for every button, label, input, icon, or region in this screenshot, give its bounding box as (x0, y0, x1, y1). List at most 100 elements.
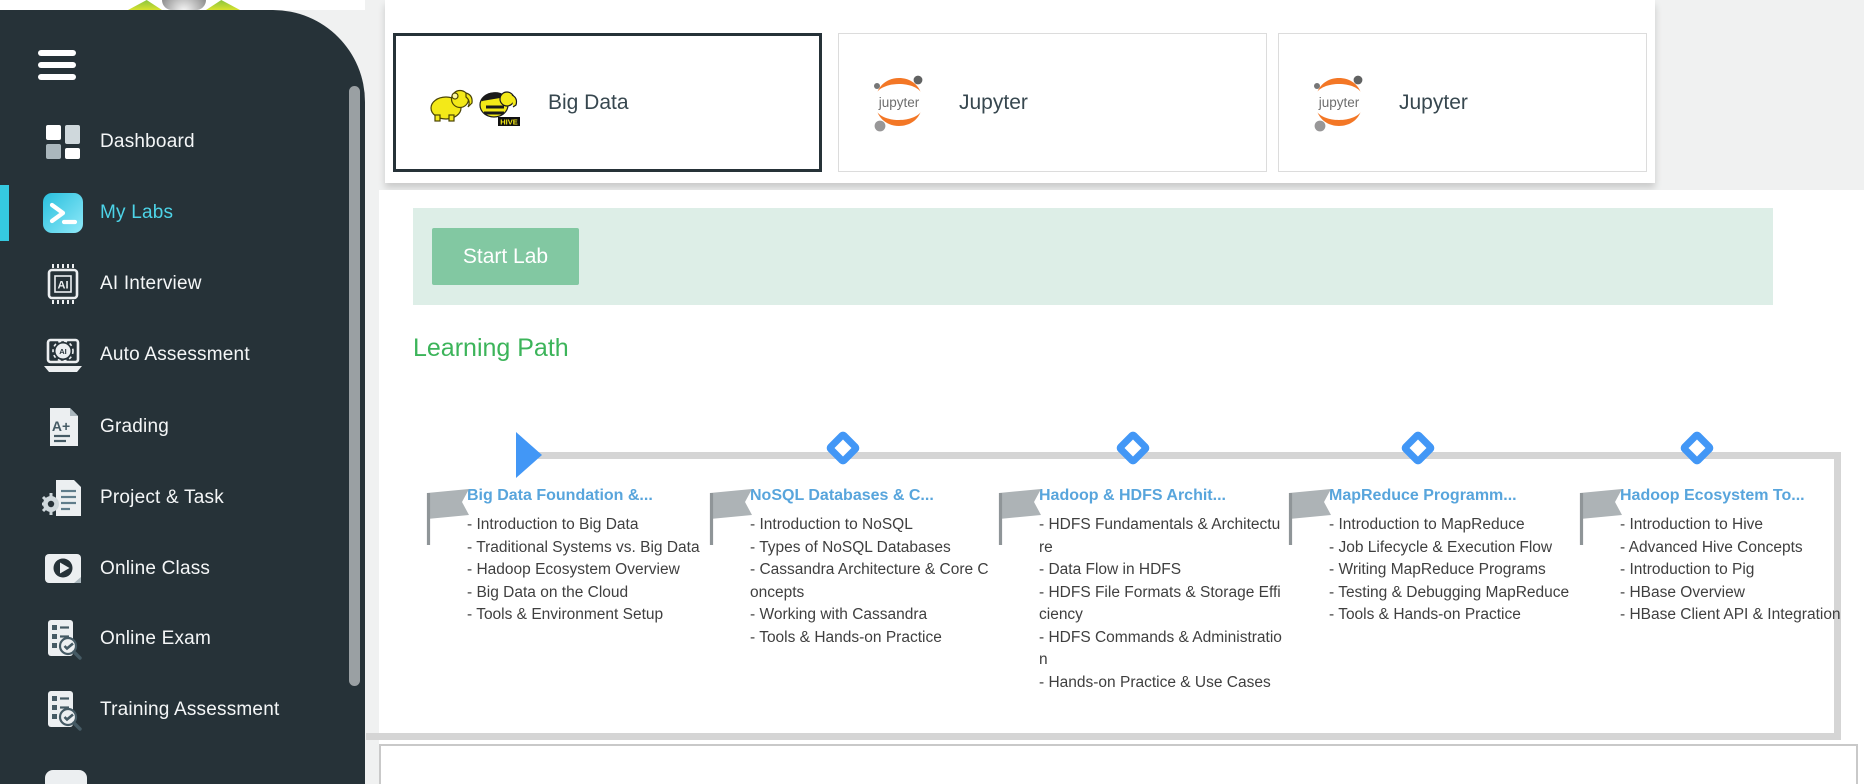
timeline-line-row1 (538, 452, 1841, 459)
topic-item: - Introduction to Big Data (467, 514, 712, 537)
sidebar-item-online-exam[interactable]: Online Exam (0, 616, 365, 662)
brand-logo-left-icon (128, 0, 162, 10)
sidebar-item-dashboard[interactable]: Dashboard (0, 119, 365, 165)
sidebar-scrollbar[interactable] (349, 86, 360, 686)
hamburger-menu-icon[interactable] (38, 50, 76, 80)
jupyter-logo: jupyter (865, 71, 933, 135)
hadoop-hive-logo: HIVE (422, 75, 522, 131)
svg-text:AI: AI (58, 280, 69, 292)
jupyter-logo: jupyter (1305, 71, 1373, 135)
topic-item: - HBase Client API & Integration (1620, 604, 1864, 627)
sidebar: Dashboard My Labs AI AI Interview AI Auto Ass… (0, 10, 365, 784)
milestone-column-1: Big Data Foundation &...- Introduction t… (425, 487, 679, 627)
lab-card-label: Big Data (548, 91, 629, 115)
milestone-topic-list: - Introduction to Hive- Advanced Hive Co… (1620, 514, 1864, 627)
svg-text:jupyter: jupyter (1318, 95, 1360, 110)
svg-text:A+: A+ (52, 418, 70, 434)
learning-path-title: Learning Path (413, 334, 569, 363)
flag-icon (425, 489, 473, 547)
sidebar-item-label: My Labs (100, 202, 173, 224)
app-window: Dashboard My Labs AI AI Interview AI Auto Ass… (0, 0, 1864, 784)
dashboard-icon (40, 119, 86, 165)
flag-icon (1287, 489, 1335, 547)
topic-item: - Introduction to MapReduce (1329, 514, 1574, 537)
topic-item: - Hands-on Practice & Use Cases (1039, 672, 1284, 695)
sidebar-item-label: Online Class (100, 558, 210, 580)
milestone-topic-list: - Introduction to Big Data- Traditional … (467, 514, 712, 627)
topic-item: - Advanced Hive Concepts (1620, 537, 1864, 560)
milestone-column-3: Hadoop & HDFS Archit...- HDFS Fundamenta… (997, 487, 1251, 694)
topic-item: - Types of NoSQL Databases (750, 537, 995, 560)
exam-checklist-icon (40, 616, 86, 662)
topic-item: - Writing MapReduce Programs (1329, 559, 1574, 582)
video-play-icon (40, 546, 86, 592)
svg-text:HIVE: HIVE (500, 117, 518, 126)
topic-item: - Working with Cassandra (750, 604, 995, 627)
brand-logo-right-icon (206, 0, 240, 10)
topic-item: - Tools & Hands-on Practice (750, 627, 995, 650)
project-doc-icon (40, 475, 86, 521)
topic-item: - Hadoop Ecosystem Overview (467, 559, 712, 582)
sidebar-item-online-class[interactable]: Online Class (0, 546, 365, 592)
topic-item: - Tools & Hands-on Practice (1329, 604, 1574, 627)
sidebar-item-training-assessment[interactable]: Training Assessment (0, 687, 365, 733)
sidebar-item-project-task[interactable]: Project & Task (0, 475, 365, 521)
topic-item: - HDFS Commands & Administration (1039, 627, 1284, 672)
topic-item: - Traditional Systems vs. Big Data (467, 537, 712, 560)
topic-item: - HDFS File Formats & Storage Efficiency (1039, 582, 1284, 627)
svg-text:jupyter: jupyter (878, 95, 920, 110)
milestone-title[interactable]: Big Data Foundation &... (467, 487, 679, 505)
milestone-title[interactable]: NoSQL Databases & C... (750, 487, 962, 505)
next-section-panel (379, 744, 1858, 784)
topic-item: - Introduction to NoSQL (750, 514, 995, 537)
brand-logo-center-icon (162, 0, 206, 10)
milestone-title[interactable]: Hadoop Ecosystem To... (1620, 487, 1832, 505)
milestone-title[interactable]: MapReduce Programm... (1329, 487, 1541, 505)
sidebar-partial-icon (45, 770, 87, 784)
topic-item: - Job Lifecycle & Execution Flow (1329, 537, 1574, 560)
lab-card-label: Jupyter (959, 91, 1028, 115)
milestone-topic-list: - HDFS Fundamentals & Architecture- Data… (1039, 514, 1284, 694)
topic-item: - Tools & Environment Setup (467, 604, 712, 627)
sidebar-item-grading[interactable]: A+Grading (0, 404, 365, 450)
sidebar-item-label: Training Assessment (100, 699, 279, 721)
flag-icon (708, 489, 756, 547)
ai-chip-icon: AI (40, 261, 86, 307)
lab-card-jupyter[interactable]: jupyter Jupyter (1278, 33, 1647, 172)
topic-item: - Cassandra Architecture & Core Concepts (750, 559, 995, 604)
lab-card-big-data[interactable]: HIVE Big Data (393, 33, 822, 172)
milestone-topic-list: - Introduction to MapReduce- Job Lifecyc… (1329, 514, 1574, 627)
training-checklist-icon (40, 687, 86, 733)
sidebar-item-label: Dashboard (100, 131, 195, 153)
sidebar-item-label: Auto Assessment (100, 344, 250, 366)
sidebar-item-my-labs[interactable]: My Labs (0, 190, 365, 236)
topic-item: - Data Flow in HDFS (1039, 559, 1284, 582)
milestone-column-5: Hadoop Ecosystem To...- Introduction to … (1578, 487, 1832, 627)
topic-item: - HBase Overview (1620, 582, 1864, 605)
laptop-ai-icon: AI (40, 332, 86, 378)
timeline-start-arrow-icon (516, 432, 542, 478)
sidebar-item-ai-interview[interactable]: AI AI Interview (0, 261, 365, 307)
milestone-column-2: NoSQL Databases & C...- Introduction to … (708, 487, 962, 649)
start-lab-banner: Start Lab (413, 208, 1773, 305)
sidebar-item-label: Project & Task (100, 487, 224, 509)
milestone-title[interactable]: Hadoop & HDFS Archit... (1039, 487, 1251, 505)
topic-item: - HDFS Fundamentals & Architecture (1039, 514, 1284, 559)
topic-item: - Introduction to Hive (1620, 514, 1864, 537)
timeline-line-row2 (366, 733, 1841, 740)
sidebar-item-auto-assessment[interactable]: AI Auto Assessment (0, 332, 365, 378)
flag-icon (1578, 489, 1626, 547)
flag-icon (997, 489, 1045, 547)
sidebar-item-label: AI Interview (100, 273, 202, 295)
start-lab-button[interactable]: Start Lab (432, 228, 579, 285)
svg-text:AI: AI (59, 347, 67, 356)
milestone-column-4: MapReduce Programm...- Introduction to M… (1287, 487, 1541, 627)
lab-card-jupyter[interactable]: jupyter Jupyter (838, 33, 1267, 172)
topic-item: - Big Data on the Cloud (467, 582, 712, 605)
lab-card-label: Jupyter (1399, 91, 1468, 115)
milestone-topic-list: - Introduction to NoSQL- Types of NoSQL … (750, 514, 995, 649)
terminal-icon (40, 190, 86, 236)
top-logo-strip (0, 0, 365, 10)
topic-item: - Introduction to Pig (1620, 559, 1864, 582)
topic-item: - Testing & Debugging MapReduce (1329, 582, 1574, 605)
